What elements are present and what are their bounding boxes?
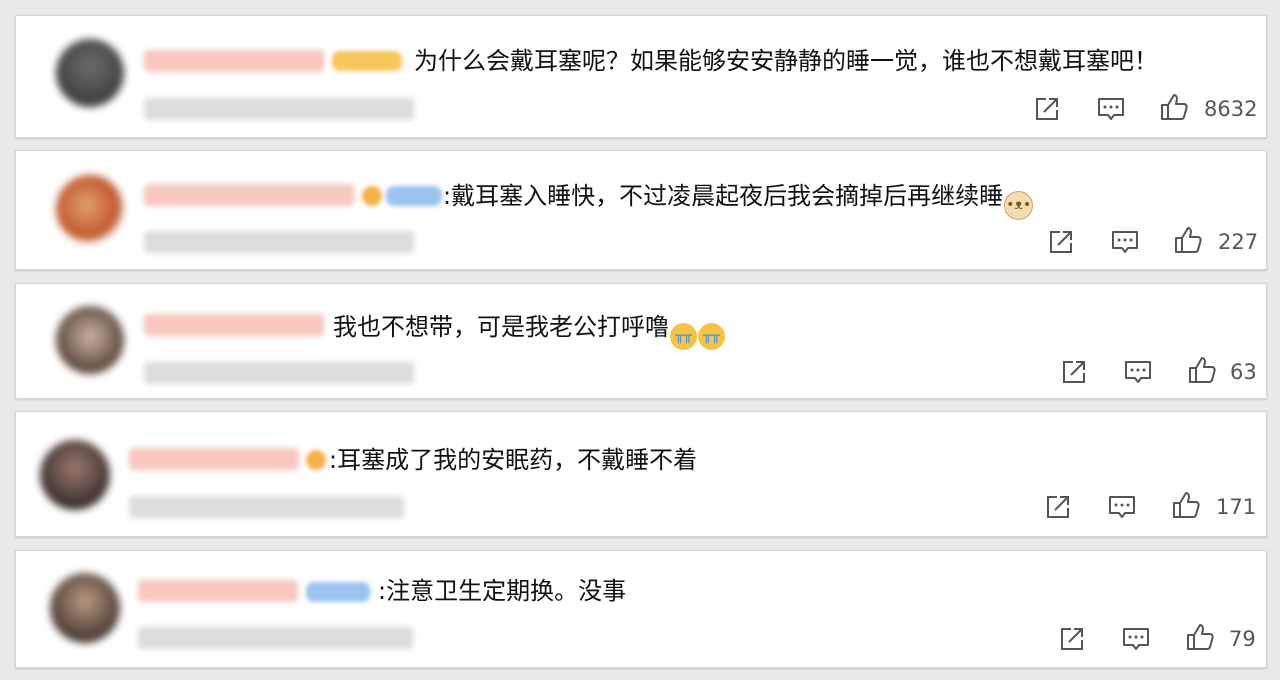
share-icon[interactable]: [1032, 94, 1062, 124]
username[interactable]: [144, 50, 324, 72]
thumbs-up-icon[interactable]: [1185, 622, 1215, 652]
crying-emoji-icon: ╥╥: [698, 323, 725, 350]
comment-icon[interactable]: [1123, 357, 1153, 387]
username[interactable]: [144, 184, 354, 206]
user-badge: [362, 186, 382, 206]
user-badge: [306, 582, 370, 602]
comment-text: :耳塞成了我的安眠药，不戴睡不着: [329, 445, 697, 475]
avatar[interactable]: [56, 175, 124, 243]
comment-card: :戴耳塞入睡快，不过凌晨起夜后我会摘掉后再继续睡 •ᴥ• 227: [15, 150, 1267, 270]
comment-text-body: :戴耳塞入睡快，不过凌晨起夜后我会摘掉后再继续睡: [443, 182, 1004, 210]
comment-text-body: :注意卫生定期换。没事: [378, 577, 627, 605]
thumbs-up-icon[interactable]: [1159, 92, 1189, 122]
comment-text: 为什么会戴耳塞呢？如果能够安安静静的睡一觉，谁也不想戴耳塞吧！: [414, 46, 1158, 76]
avatar[interactable]: [40, 440, 110, 510]
like-count: 63: [1230, 360, 1257, 384]
comment-icon[interactable]: [1096, 94, 1126, 124]
comment-card: :注意卫生定期换。没事 79: [15, 550, 1267, 668]
comment-icon[interactable]: [1107, 492, 1137, 522]
comment-card: 为什么会戴耳塞呢？如果能够安安静静的睡一觉，谁也不想戴耳塞吧！ 8632: [15, 15, 1267, 138]
username[interactable]: [129, 448, 299, 470]
thumbs-up-icon[interactable]: [1187, 355, 1217, 385]
comment-text-body: 为什么会戴耳塞呢？如果能够安安静静的睡一觉，谁也不想戴耳塞吧！: [414, 47, 1158, 75]
timestamp-location: [144, 362, 414, 384]
share-icon[interactable]: [1059, 357, 1089, 387]
like-count: 8632: [1204, 97, 1258, 121]
comment-text: 我也不想带，可是我老公打呼噜 ╥╥ ╥╥: [333, 312, 725, 350]
timestamp-location: [129, 496, 404, 518]
username[interactable]: [138, 580, 298, 602]
share-icon[interactable]: [1057, 624, 1087, 654]
comment-text-body: :耳塞成了我的安眠药，不戴睡不着: [329, 446, 698, 474]
like-count: 171: [1216, 495, 1257, 519]
timestamp-location: [138, 627, 413, 649]
comment-icon[interactable]: [1110, 227, 1140, 257]
user-badge: [306, 450, 326, 470]
comment-text: :戴耳塞入睡快，不过凌晨起夜后我会摘掉后再继续睡 •ᴥ•: [443, 181, 1034, 220]
timestamp-location: [144, 98, 414, 120]
avatar[interactable]: [56, 39, 124, 107]
timestamp-location: [144, 231, 414, 253]
doge-emoji-icon: •ᴥ•: [1004, 191, 1034, 220]
thumbs-up-icon[interactable]: [1173, 225, 1203, 255]
user-badge: [386, 186, 442, 206]
avatar[interactable]: [50, 573, 120, 643]
thumbs-up-icon[interactable]: [1171, 490, 1201, 520]
comment-card: :耳塞成了我的安眠药，不戴睡不着 171: [15, 411, 1267, 537]
like-count: 79: [1229, 627, 1256, 651]
crying-emoji-icon: ╥╥: [670, 323, 697, 350]
user-badge: [332, 51, 402, 71]
comment-text: :注意卫生定期换。没事: [378, 576, 626, 606]
username[interactable]: [144, 314, 324, 336]
comment-icon[interactable]: [1121, 624, 1151, 654]
comment-text-body: 我也不想带，可是我老公打呼噜: [333, 313, 669, 341]
like-count: 227: [1218, 230, 1259, 254]
share-icon[interactable]: [1046, 227, 1076, 257]
avatar[interactable]: [56, 306, 124, 374]
comment-card: 我也不想带，可是我老公打呼噜 ╥╥ ╥╥ 63: [15, 283, 1267, 399]
share-icon[interactable]: [1043, 492, 1073, 522]
